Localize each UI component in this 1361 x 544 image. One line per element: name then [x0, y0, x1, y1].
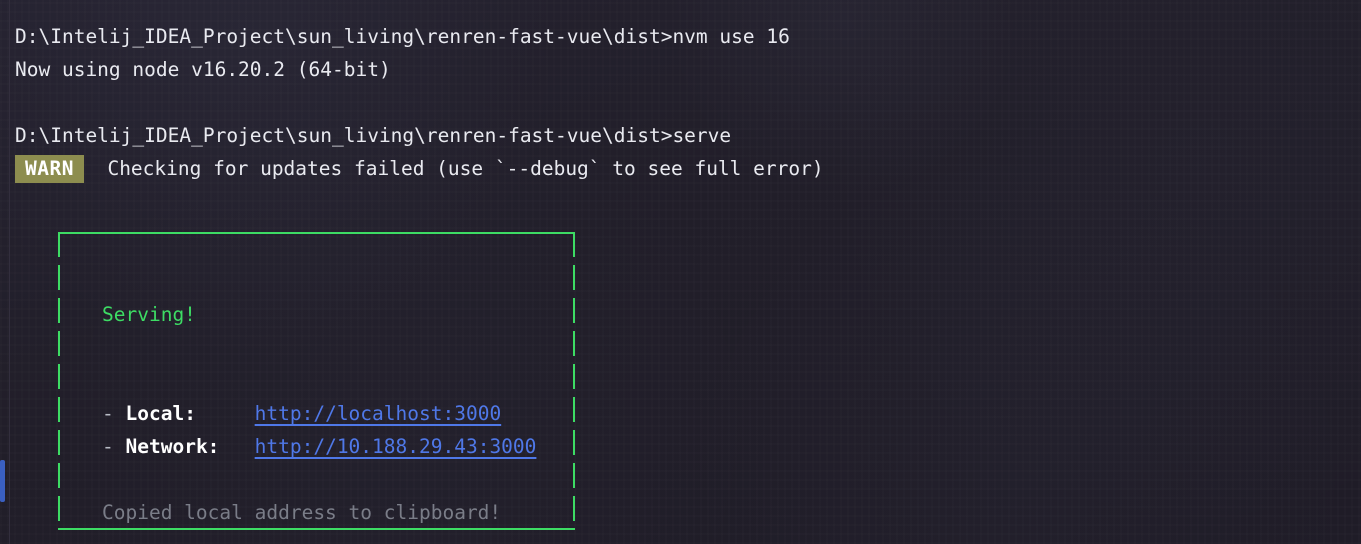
- network-url-link[interactable]: http://10.188.29.43:3000: [255, 430, 537, 463]
- box-border-left: [58, 232, 60, 530]
- warning-message-text: Checking for updates failed (use `--debu…: [107, 157, 824, 180]
- serving-heading: Serving!: [102, 303, 196, 326]
- local-url-link[interactable]: http://localhost:3000: [255, 397, 502, 430]
- network-entry-dash: -: [102, 435, 114, 458]
- box-spacer-2: [102, 265, 572, 298]
- box-spacer-1: [102, 232, 572, 265]
- box-border-right: [573, 232, 575, 530]
- scrollbar-thumb[interactable]: [0, 460, 5, 502]
- warn-badge: WARN: [15, 154, 84, 183]
- console-output: D:\Intelij_IDEA_Project\sun_living\renre…: [15, 20, 1355, 185]
- box-spacer-6: [102, 529, 572, 544]
- local-entry-label: Local:: [125, 402, 255, 425]
- local-entry: - Local: http://localhost:3000: [102, 397, 572, 430]
- command-line-serve: D:\Intelij_IDEA_Project\sun_living\renre…: [15, 124, 732, 147]
- serve-box-content: Serving! - Local: http://localhost:3000 …: [102, 232, 572, 544]
- clipboard-note: Copied local address to clipboard!: [102, 501, 502, 524]
- gutter-divider: [9, 0, 10, 544]
- network-entry-gap: [114, 430, 126, 463]
- terminal-window: D:\Intelij_IDEA_Project\sun_living\renre…: [0, 0, 1361, 544]
- warning-line: WARN Checking for updates failed (use `-…: [15, 152, 1355, 185]
- serve-info-box: Serving! - Local: http://localhost:3000 …: [58, 232, 575, 530]
- box-spacer-4: [102, 364, 572, 397]
- warning-message: [84, 152, 107, 185]
- output-line-node-version: Now using node v16.20.2 (64-bit): [15, 58, 391, 81]
- local-entry-gap: [114, 397, 126, 430]
- local-entry-dash: -: [102, 402, 114, 425]
- scrollbar-track[interactable]: [0, 0, 9, 544]
- box-spacer-3: [102, 331, 572, 364]
- network-entry-label: Network:: [125, 435, 255, 458]
- command-line-nvm-use: D:\Intelij_IDEA_Project\sun_living\renre…: [15, 25, 790, 48]
- box-spacer-5: [102, 463, 572, 496]
- network-entry: - Network: http://10.188.29.43:3000: [102, 430, 572, 463]
